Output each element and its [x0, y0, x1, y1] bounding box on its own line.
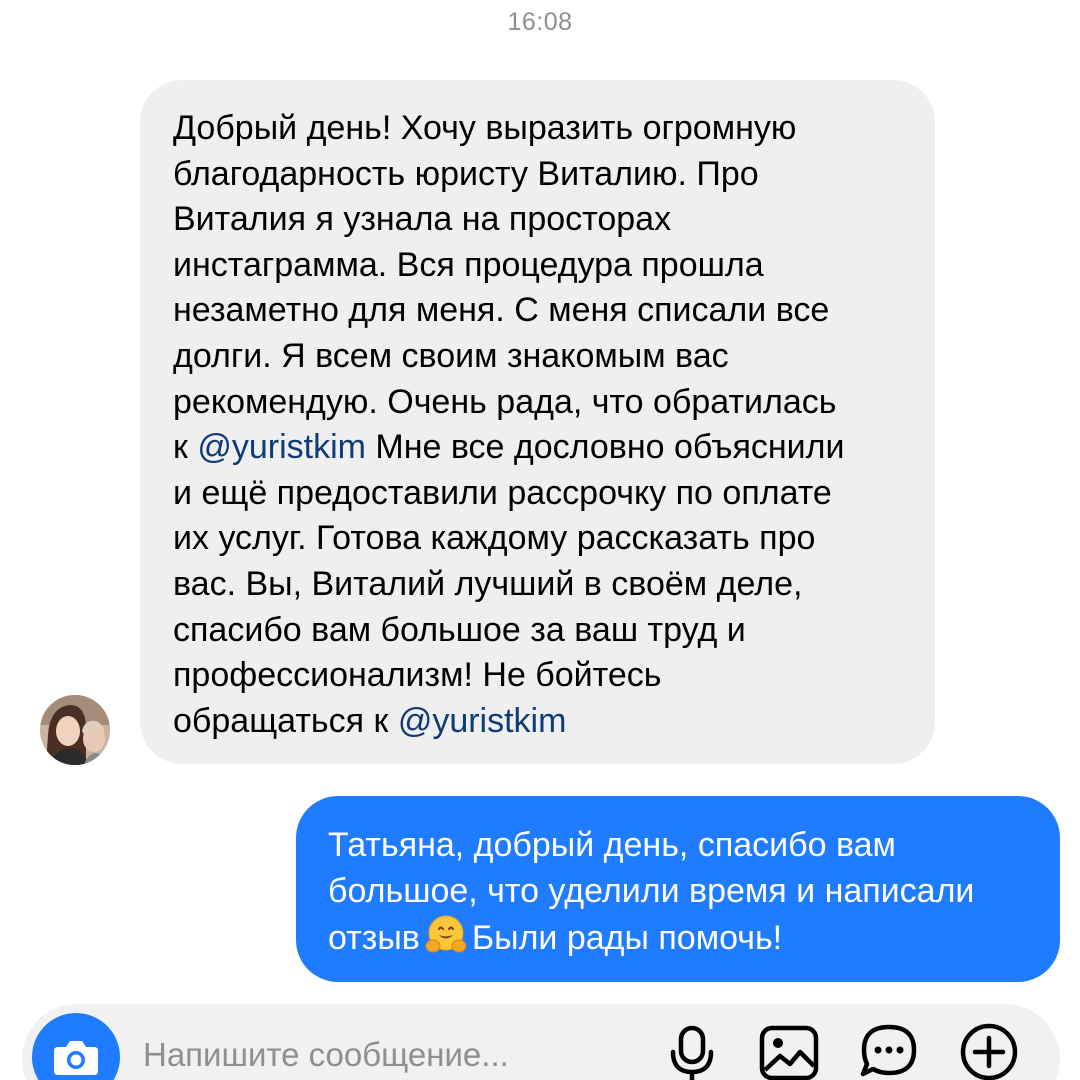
message-line: благодарность юристу Виталию. Про — [173, 154, 759, 193]
message-line: Виталия я узнала на просторах — [173, 200, 672, 239]
message-text: отзыв — [328, 919, 420, 958]
message-line: обращаться к @yuristkim — [173, 699, 905, 745]
message-text: Были рады помочь! — [471, 919, 783, 958]
microphone-icon[interactable] — [665, 1022, 719, 1080]
message-line: и ещё предоставили рассрочку по оплате — [173, 473, 832, 512]
outgoing-message-bubble[interactable]: Татьяна, добрый день, спасибо вам большо… — [296, 796, 1060, 982]
plus-circle-icon[interactable] — [958, 1022, 1020, 1080]
message-line: Татьяна, добрый день, спасибо вам — [328, 826, 896, 864]
message-line: спасибо вам большое за ваш труд и — [173, 610, 746, 649]
message-timestamp: 16:08 — [507, 8, 573, 36]
message-line: инстаграмма. Вся процедура прошла — [173, 245, 764, 284]
message-line: Добрый день! Хочу выразить огромную — [173, 109, 797, 147]
incoming-message-bubble[interactable]: Добрый день! Хочу выразить огромную благ… — [140, 80, 935, 764]
message-text: к — [173, 428, 198, 467]
mention-link[interactable]: @yuristkim — [398, 702, 567, 740]
message-text: Мне все дословно объяснили — [365, 428, 845, 467]
message-line: вас. Вы, Виталий лучший в своём деле, — [173, 564, 803, 603]
hugging-face-emoji — [425, 915, 467, 953]
message-line: отзыв Были рады помочь! — [328, 914, 1040, 962]
message-line: профессионализм! Не бойтесь — [173, 656, 662, 695]
message-text: обращаться к — [173, 701, 398, 740]
message-line: большое, что уделили время и написали — [328, 871, 975, 910]
message-line: их услуг. Готова каждому рассказать про — [173, 519, 816, 558]
chat-bubble-icon[interactable] — [858, 1022, 920, 1080]
message-line: к @yuristkim Мне все дословно объяснили — [173, 425, 905, 471]
message-line: долги. Я всем своим знакомым вас — [173, 336, 729, 375]
mention-link[interactable]: @yuristkim — [197, 428, 366, 466]
image-gallery-icon[interactable] — [758, 1022, 820, 1080]
message-line: незаметно для меня. С меня списали все — [173, 291, 830, 330]
camera-icon — [54, 1041, 98, 1075]
message-line: рекомендую. Очень рада, что обратилась — [173, 382, 837, 421]
sender-avatar[interactable] — [40, 695, 110, 765]
avatar-photo — [40, 695, 110, 765]
message-input[interactable]: Напишите сообщение... — [143, 1036, 509, 1074]
